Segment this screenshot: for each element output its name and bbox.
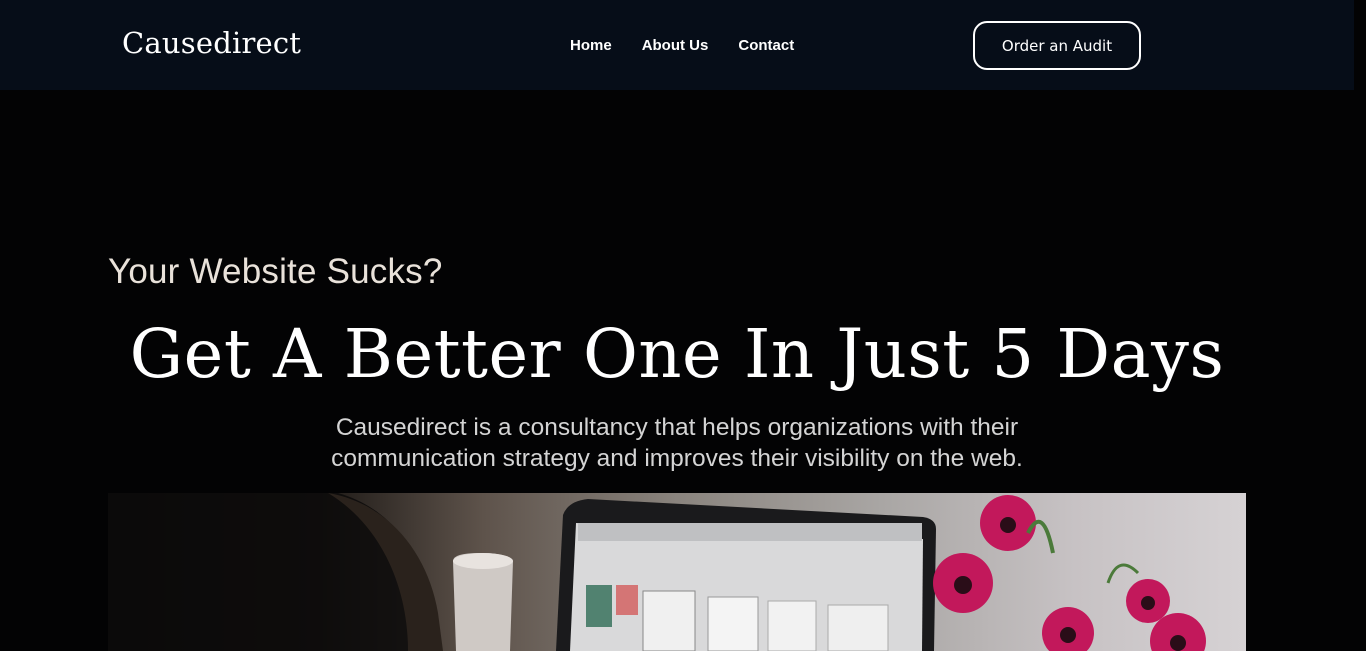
hero-subtitle-line-1: Causedirect is a consultancy that helps …: [335, 414, 1019, 441]
order-audit-button[interactable]: Order an Audit: [973, 21, 1141, 70]
site-logo[interactable]: Causedirect: [122, 26, 301, 60]
hero-subtitle-line-2: communication strategy and improves thei…: [331, 445, 1023, 472]
hero-subtitle: Causedirect is a consultancy that helps …: [300, 412, 1054, 474]
nav-link-about-us[interactable]: About Us: [642, 37, 709, 54]
nav-link-contact[interactable]: Contact: [738, 37, 794, 54]
hero-image: [108, 493, 1246, 651]
workspace-photo-illustration: [108, 493, 1206, 651]
site-header: Causedirect Home About Us Contact Order …: [0, 0, 1354, 90]
main-nav: Home About Us Contact: [570, 37, 794, 54]
hero-headline: Get A Better One In Just 5 Days: [129, 315, 1225, 393]
nav-link-home[interactable]: Home: [570, 37, 612, 54]
hero-kicker: Your Website Sucks?: [108, 252, 443, 291]
